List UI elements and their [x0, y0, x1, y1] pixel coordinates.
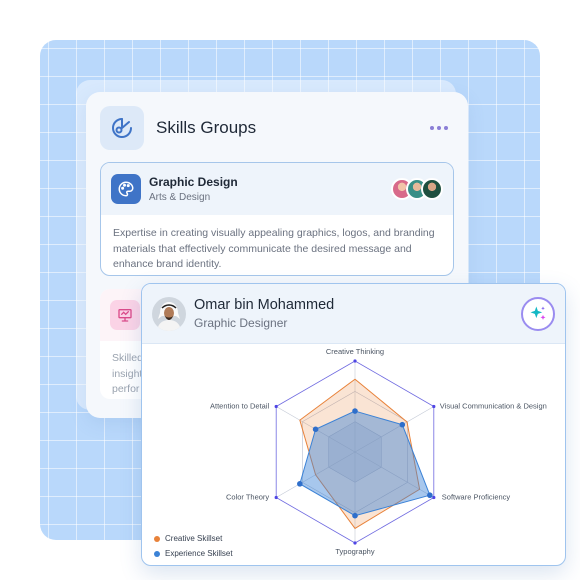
more-horizontal-icon	[430, 126, 434, 130]
radar-axis-label: Creative Thinking	[326, 347, 384, 356]
legend-dot	[154, 535, 160, 542]
radar-axis-label: Color Theory	[226, 493, 269, 502]
group-description: Expertise in creating visually appealing…	[113, 227, 435, 270]
radar-point	[352, 408, 358, 414]
group-category: Arts & Design	[149, 192, 211, 203]
legend-dot	[154, 550, 160, 557]
legend-label: Experience Skillset	[165, 549, 233, 558]
radar-axis-marker	[353, 359, 357, 363]
profile-skill-card: Omar bin Mohammed Graphic Designer Creat…	[141, 283, 566, 566]
presentation-board-icon	[110, 300, 140, 330]
avatar	[152, 296, 186, 331]
radar-axis-label: Software Proficiency	[442, 493, 511, 502]
radar-point	[427, 492, 433, 499]
group-card-graphic-design[interactable]: Graphic Design Arts & Design Expertise i…	[100, 162, 454, 276]
more-options-button[interactable]	[430, 126, 448, 130]
radar-axis-marker	[432, 495, 436, 500]
legend-label: Creative Skillset	[165, 534, 223, 543]
avatar	[421, 178, 443, 200]
radar-axis-marker	[274, 495, 278, 500]
radar-point	[352, 512, 358, 519]
radar-point	[297, 481, 303, 487]
member-avatars[interactable]	[391, 178, 443, 200]
legend-item: Creative Skillset	[154, 531, 233, 546]
profile-header: Omar bin Mohammed Graphic Designer	[142, 284, 565, 344]
chart-legend: Creative Skillset Experience Skillset	[154, 531, 233, 561]
radar-axis-label: Typography	[335, 547, 374, 556]
palette-icon	[111, 174, 141, 204]
radar-axis-marker	[432, 404, 436, 409]
radar-axis-marker	[274, 404, 278, 409]
group-card-header: Graphic Design Arts & Design	[101, 163, 453, 215]
profile-name: Omar bin Mohammed	[194, 297, 335, 313]
skills-groups-title: Skills Groups	[156, 118, 257, 137]
legend-item: Experience Skillset	[154, 546, 233, 561]
group-name: Graphic Design	[149, 175, 238, 189]
radar-axis-label: Visual Communication & Design	[440, 402, 547, 411]
skills-groups-header: Skills Groups	[100, 105, 454, 151]
radar-point	[399, 421, 406, 428]
sparkles-icon	[530, 306, 546, 320]
radar-axis-label: Attention to Detail	[210, 402, 270, 411]
profile-role: Graphic Designer	[194, 316, 288, 330]
brain-chart-icon	[100, 106, 144, 150]
radar-axis-marker	[353, 541, 357, 545]
radar-point	[312, 426, 319, 433]
ai-insights-button[interactable]	[521, 296, 555, 331]
